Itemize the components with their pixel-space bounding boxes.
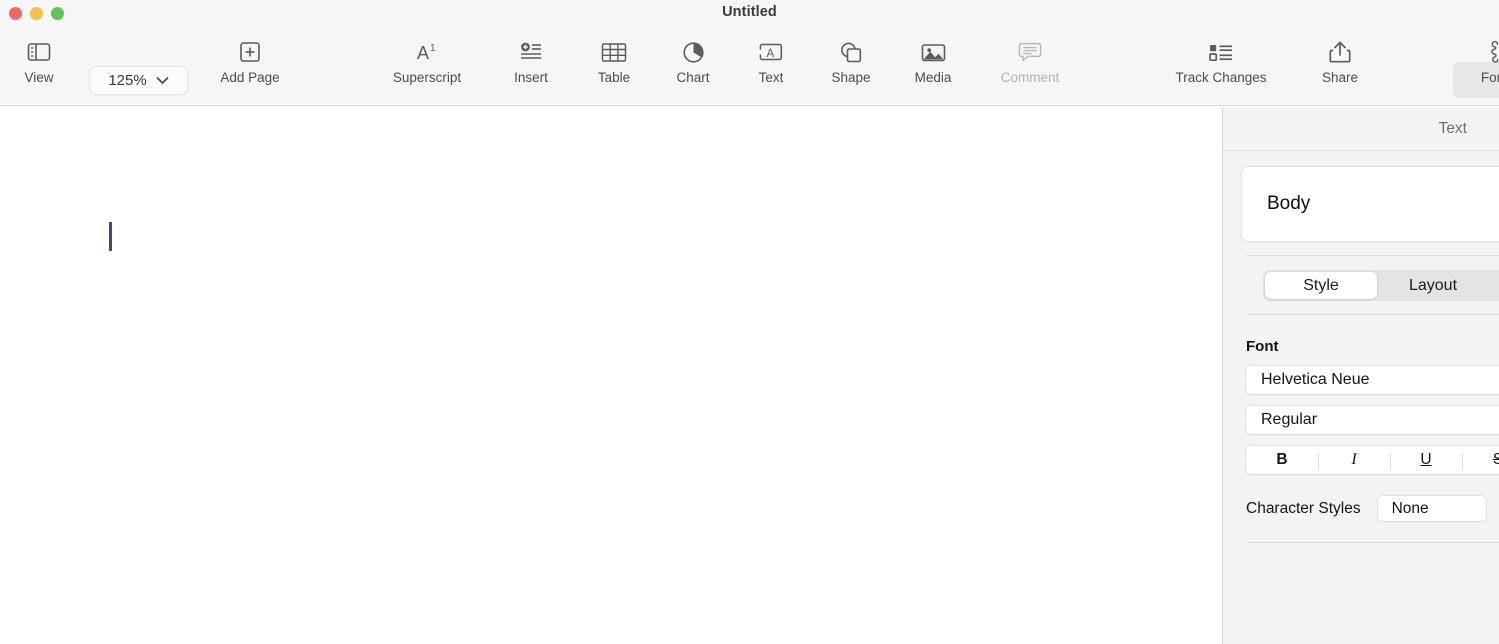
zoom-dropdown-button[interactable]: 125% [89, 66, 188, 95]
table-icon [601, 37, 627, 67]
tab-layout-label: Layout [1408, 276, 1458, 294]
title-bar: Untitled [0, 0, 1499, 28]
document-canvas[interactable] [0, 107, 1222, 644]
sidebar-icon [27, 37, 51, 67]
character-styles-row: Character Styles None [1246, 495, 1499, 522]
toolbar-label-add-page: Add Page [220, 70, 280, 85]
tab-style[interactable]: Style [1265, 272, 1377, 299]
format-icon [1478, 37, 1499, 67]
character-styles-label: Character Styles [1246, 499, 1361, 517]
toolbar-label-share: Share [1321, 70, 1359, 85]
font-family-value: Helvetica Neue [1261, 371, 1370, 388]
plus-square-icon [239, 37, 261, 67]
toolbar: View 125% Zoom Add Page [0, 28, 1499, 120]
toolbar-label-media: Media [914, 70, 952, 85]
toolbar-label-comment: Comment [1000, 70, 1060, 85]
shape-icon [839, 37, 863, 67]
toolbar-label-chart: Chart [676, 70, 710, 85]
text-box-icon: A [758, 37, 784, 67]
toolbar-item-media[interactable]: Media [885, 37, 981, 85]
font-style-button-group[interactable]: B I U S [1245, 445, 1499, 475]
underline-button[interactable]: U [1390, 446, 1462, 474]
strikethrough-button[interactable]: S [1462, 446, 1499, 474]
paragraph-style-popup[interactable]: Body [1241, 166, 1499, 242]
italic-button[interactable]: I [1318, 446, 1390, 474]
strikethrough-label: S [1493, 451, 1499, 469]
font-family-popup[interactable]: Helvetica Neue [1245, 365, 1499, 395]
document-title: Untitled [722, 4, 777, 20]
superscript-icon: A 1 [414, 37, 440, 67]
toolbar-label-insert: Insert [514, 70, 548, 85]
italic-label: I [1351, 451, 1357, 468]
sidebar-header: Text [1223, 107, 1499, 151]
insert-icon [519, 37, 543, 67]
media-icon [921, 37, 946, 67]
toolbar-item-add-page[interactable]: Add Page [202, 37, 298, 85]
toolbar-label-text: Text [758, 70, 784, 85]
character-styles-popup[interactable]: None [1376, 495, 1487, 522]
toolbar-item-view[interactable]: View [0, 37, 87, 85]
text-cursor [109, 222, 112, 251]
toolbar-label-table: Table [597, 70, 631, 85]
font-weight-popup[interactable]: Regular [1245, 405, 1499, 435]
toolbar-label-format: For [1480, 70, 1499, 85]
style-layout-segmented-control[interactable]: Style Layout [1263, 270, 1499, 301]
tab-style-label: Style [1303, 276, 1339, 294]
tab-layout[interactable]: Layout [1377, 272, 1489, 299]
svg-text:A: A [767, 48, 775, 60]
toolbar-item-insert[interactable]: Insert [483, 37, 579, 85]
sidebar-body: Body Style Layout Font Helvetica Neue Re… [1223, 166, 1499, 543]
underline-label: U [1420, 451, 1432, 468]
chart-icon [682, 37, 705, 67]
comment-icon [1018, 37, 1042, 67]
sidebar-header-title: Text [1438, 119, 1467, 137]
zoom-level-value: 125% [108, 72, 147, 89]
toolbar-item-comment: Comment [982, 37, 1078, 85]
toolbar-item-format[interactable]: For [1443, 37, 1499, 85]
share-icon [1329, 37, 1351, 67]
track-changes-icon [1208, 37, 1234, 67]
character-styles-value: None [1391, 499, 1429, 517]
toolbar-label-track-changes: Track Changes [1175, 70, 1267, 85]
toolbar-label-shape: Shape [831, 70, 871, 85]
paragraph-style-value: Body [1267, 193, 1311, 214]
bold-label: B [1276, 451, 1288, 468]
bold-button[interactable]: B [1246, 446, 1318, 474]
svg-text:1: 1 [430, 43, 436, 54]
format-sidebar: Text Body Style Layout Font Helvetica Ne… [1222, 107, 1499, 644]
sidebar-divider-3 [1246, 542, 1499, 543]
sidebar-divider-1 [1246, 255, 1499, 256]
sidebar-divider-2 [1246, 314, 1499, 315]
svg-text:A: A [417, 43, 429, 63]
toolbar-item-share[interactable]: Share [1292, 37, 1388, 85]
toolbar-label-view: View [24, 70, 54, 85]
chevron-down-icon [156, 76, 169, 85]
font-section-title: Font [1246, 338, 1279, 355]
toolbar-item-track-changes[interactable]: Track Changes [1173, 37, 1269, 85]
toolbar-label-superscript: Superscript [392, 70, 462, 85]
pages-window: Untitled View 125% Add Page A 1 Superscr… [0, 0, 1499, 644]
font-weight-value: Regular [1261, 411, 1318, 428]
toolbar-item-superscript[interactable]: A 1 Superscript [379, 37, 475, 85]
